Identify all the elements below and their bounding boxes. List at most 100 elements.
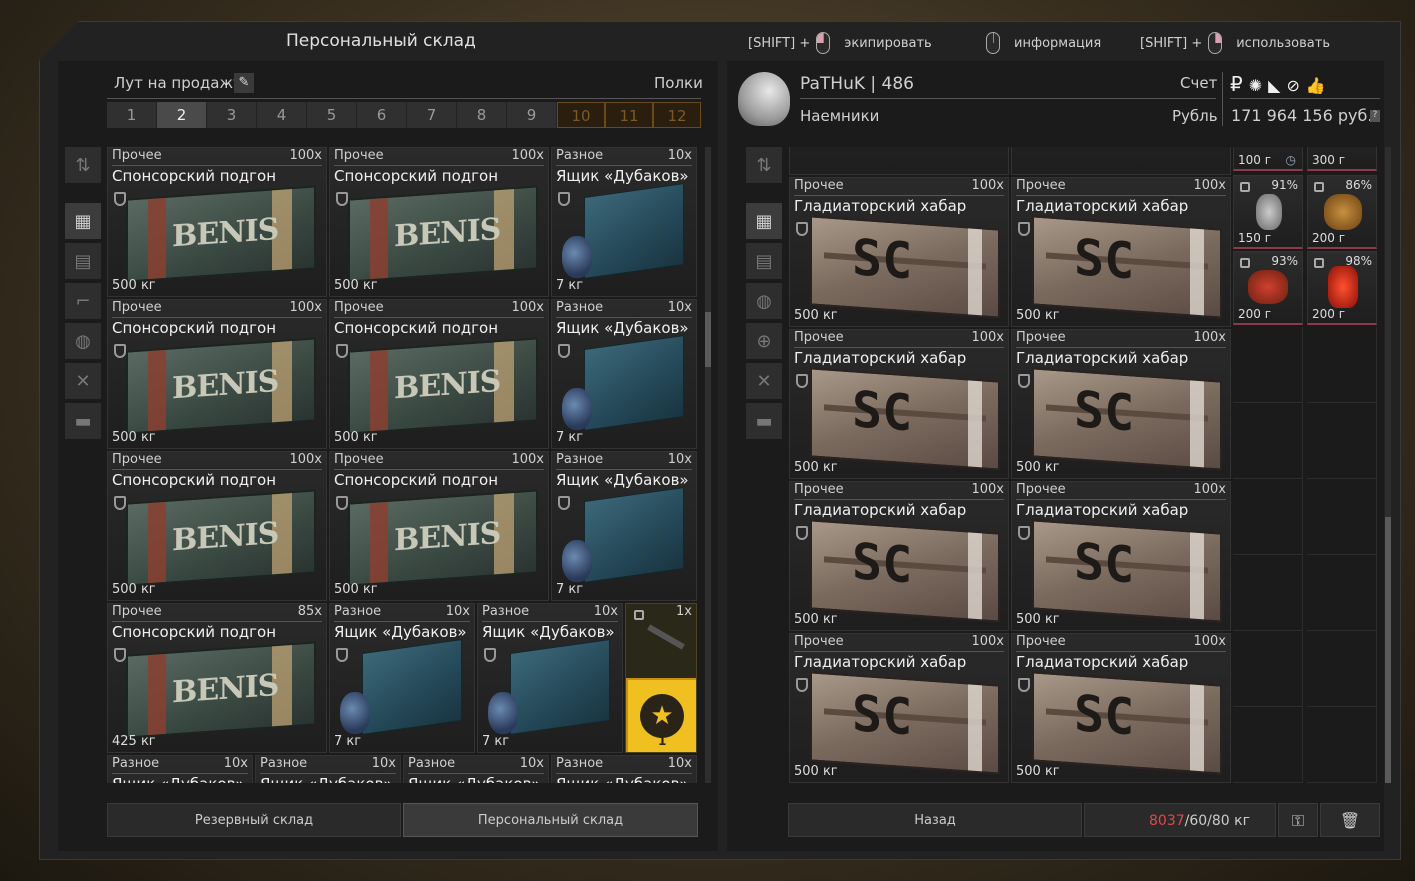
artifact-icon[interactable]: ◍ [746,283,782,319]
cancel-icon[interactable]: ⊘ [1286,76,1305,95]
item-card[interactable]: Прочее 100x Гладиаторский хабар 500 кг [1011,633,1231,783]
item-card[interactable]: Прочее 85x Спонсорский подгон 425 кг [107,603,327,753]
item-category: Прочее [112,148,162,163]
shield-icon [796,526,808,540]
empty-slot[interactable] [1307,403,1377,479]
empty-slot[interactable] [1233,327,1303,403]
artifact-icon [1256,194,1282,230]
small-item-card[interactable]: 93% 200 г [1233,251,1303,325]
right-scrollbar[interactable] [1385,147,1391,783]
tab-4[interactable]: 4 [257,102,307,128]
tab-1[interactable]: 1 [107,102,157,128]
item-card[interactable] [1011,147,1231,175]
empty-slot[interactable] [1233,631,1303,707]
empty-slot[interactable] [1233,479,1303,555]
small-item-card[interactable]: 86% 200 г [1307,175,1377,249]
item-card[interactable]: Прочее 100x Спонсорский подгон 500 кг [329,147,549,297]
left-scrollbar[interactable] [705,147,711,783]
artifact-icon[interactable]: ◍ [65,323,101,359]
item-category: Прочее [334,452,384,467]
weight-lock-icon[interactable]: ⚿ [1278,803,1318,837]
mouse-right-icon [1208,32,1223,54]
empty-slot[interactable] [1307,707,1377,783]
item-card[interactable]: Прочее 100x Гладиаторский хабар 500 кг [1011,329,1231,479]
item-category: Разное [112,756,160,771]
personal-storage-button[interactable]: Персональный склад [403,803,698,837]
item-card[interactable]: Разное 10x Ящик «Дубаков» [551,755,697,783]
item-card[interactable]: Прочее 100x Гладиаторский хабар 500 кг [789,633,1009,783]
item-card[interactable]: Разное 10x Ящик «Дубаков» 7 кг [551,451,697,601]
item-name: Спонсорский подгон [112,623,277,641]
help-icon[interactable]: ? [1370,110,1380,122]
shield-icon [796,222,808,236]
item-card[interactable]: Разное 10x Ящик «Дубаков» 7 кг [551,299,697,449]
armor-icon[interactable]: ▤ [65,243,101,279]
tab-7[interactable]: 7 [407,102,457,128]
edit-icon[interactable]: ✎ [234,73,254,93]
item-card[interactable]: Разное 10x Ящик «Дубаков» 7 кг [551,147,697,297]
tab-9[interactable]: 9 [507,102,557,128]
small-item-card[interactable]: 91% 150 г [1233,175,1303,249]
small-item-card[interactable]: 100 г ◷ [1233,147,1303,171]
tab-10[interactable]: 10 [557,102,605,128]
tab-6[interactable]: 6 [357,102,407,128]
weapon-icon[interactable]: ⌐ [65,283,101,319]
tab-5[interactable]: 5 [307,102,357,128]
empty-slot[interactable] [1233,707,1303,783]
reserve-storage-button[interactable]: Резервный склад [107,803,401,837]
small-item-card[interactable]: 98% 200 г [1307,251,1377,325]
small-item-card[interactable]: 300 г [1307,147,1377,171]
item-card[interactable]: Разное 10x Ящик «Дубаков» [107,755,253,783]
tab-3[interactable]: 3 [207,102,257,128]
gear-icon[interactable]: ✺ [1249,76,1268,95]
item-card[interactable]: Разное 10x Ящик «Дубаков» 7 кг [329,603,475,753]
item-name: Ящик «Дубаков» [556,319,689,337]
mouse-icon [986,32,1000,54]
item-card[interactable]: Разное 10x Ящик «Дубаков» [403,755,549,783]
trash-icon[interactable]: 🗑 [1320,803,1380,837]
item-card[interactable]: Прочее 100x Гладиаторский хабар 500 кг [789,177,1009,327]
item-category: Прочее [1016,178,1066,193]
empty-slot[interactable] [1233,555,1303,631]
item-card[interactable]: Разное 10x Ящик «Дубаков» [255,755,401,783]
ruble-icon[interactable]: ₽ [1230,72,1249,96]
grid-all-icon[interactable]: ▦ [746,203,782,239]
back-button[interactable]: Назад [788,803,1082,837]
empty-slot[interactable] [1307,327,1377,403]
sort-icon[interactable]: ⇅ [65,147,101,183]
item-card[interactable]: Прочее 100x Гладиаторский хабар 500 кг [789,481,1009,631]
empty-slot[interactable] [1307,631,1377,707]
grid-all-icon[interactable]: ▦ [65,203,101,239]
empty-slot[interactable] [1307,479,1377,555]
faction-label: Наемники [800,107,880,125]
armor-icon[interactable]: ▤ [746,243,782,279]
item-card[interactable]: Прочее 100x Гладиаторский хабар 500 кг [789,329,1009,479]
item-card[interactable]: Прочее 100x Спонсорский подгон 500 кг [107,451,327,601]
item-card[interactable]: Прочее 100x Гладиаторский хабар 500 кг [1011,177,1231,327]
misc-box-icon[interactable]: ▬ [65,403,101,439]
item-card[interactable]: Прочее 100x Спонсорский подгон 500 кг [329,299,549,449]
tab-12[interactable]: 12 [653,102,701,128]
empty-slot[interactable] [1233,403,1303,479]
misc-box-icon[interactable]: ▬ [746,403,782,439]
medkit-icon[interactable]: ⊕ [746,323,782,359]
empty-slot[interactable] [1307,555,1377,631]
sort-icon[interactable]: ⇅ [746,147,782,183]
item-card[interactable]: Прочее 100x Гладиаторский хабар 500 кг [1011,481,1231,631]
item-card[interactable]: Прочее 100x Спонсорский подгон 500 кг [329,451,549,601]
item-card[interactable] [789,147,1009,175]
tab-11[interactable]: 11 [605,102,653,128]
tools-icon[interactable]: ✕ [65,363,101,399]
boot-icon[interactable]: ◣ [1268,76,1286,95]
shield-icon [1018,222,1030,236]
item-card[interactable]: Прочее 100x Спонсорский подгон 500 кг [107,147,327,297]
artifact-icon [1328,266,1358,308]
tools-icon[interactable]: ✕ [746,363,782,399]
gladiator-crate-icon [1032,519,1222,623]
item-card[interactable]: Прочее 100x Спонсорский подгон 500 кг [107,299,327,449]
tab-8[interactable]: 8 [457,102,507,128]
item-card[interactable]: Разное 10x Ящик «Дубаков» 7 кг [477,603,623,753]
tab-2[interactable]: 2 [157,102,207,128]
special-item-card[interactable]: 1x ★ 1 [625,603,697,753]
thumbs-up-icon[interactable]: 👍 [1306,76,1332,95]
